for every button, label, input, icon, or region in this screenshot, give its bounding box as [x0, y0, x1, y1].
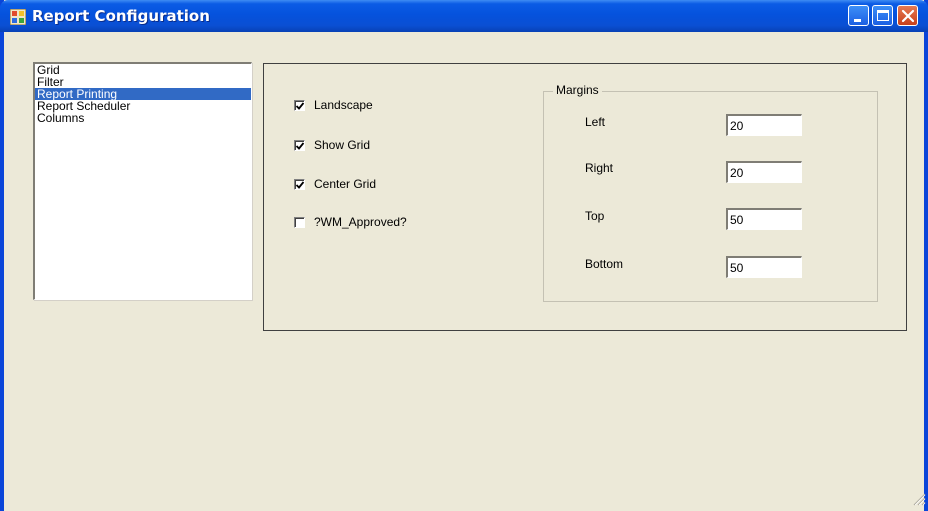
settings-category-list[interactable]: Grid Filter Report Printing Report Sched…: [33, 62, 252, 300]
checkmark-icon: [295, 141, 305, 150]
close-icon: [901, 9, 915, 23]
bottom-margin-input[interactable]: 50: [726, 256, 802, 278]
app-icon: [9, 8, 27, 26]
left-margin-input[interactable]: 20: [726, 114, 802, 136]
maximize-icon: [877, 10, 889, 21]
top-margin-input[interactable]: 50: [726, 208, 802, 230]
wm-approved-label: ?WM_Approved?: [314, 215, 407, 229]
landscape-label: Landscape: [314, 98, 373, 112]
wm-approved-option[interactable]: ?WM_Approved?: [294, 214, 407, 230]
center-grid-option[interactable]: Center Grid: [294, 176, 376, 192]
checkmark-icon: [295, 180, 305, 189]
landscape-checkbox[interactable]: [294, 99, 305, 111]
wm-approved-checkbox[interactable]: [294, 216, 305, 228]
top-margin-label: Top: [585, 209, 605, 223]
checkmark-icon: [295, 101, 305, 110]
right-margin-label: Right: [585, 161, 614, 175]
close-button[interactable]: [897, 5, 918, 26]
list-item-grid[interactable]: Grid: [35, 64, 251, 76]
maximize-button[interactable]: [872, 5, 893, 26]
center-grid-checkbox[interactable]: [294, 178, 305, 190]
bottom-margin-label: Bottom: [585, 257, 624, 271]
resize-grip-icon[interactable]: [912, 492, 926, 509]
show-grid-label: Show Grid: [314, 138, 371, 152]
minimize-icon: [854, 19, 861, 22]
landscape-option[interactable]: Landscape: [294, 97, 373, 113]
list-item-columns[interactable]: Columns: [35, 112, 251, 124]
left-margin-label: Left: [585, 115, 606, 129]
minimize-button[interactable]: [848, 5, 869, 26]
margins-group-label: Margins: [553, 83, 602, 97]
show-grid-checkbox[interactable]: [294, 139, 305, 151]
center-grid-label: Center Grid: [314, 177, 377, 191]
title-bar[interactable]: Report Configuration: [0, 0, 928, 32]
show-grid-option[interactable]: Show Grid: [294, 137, 370, 153]
right-margin-input[interactable]: 20: [726, 161, 802, 183]
window-title: Report Configuration: [32, 7, 210, 25]
